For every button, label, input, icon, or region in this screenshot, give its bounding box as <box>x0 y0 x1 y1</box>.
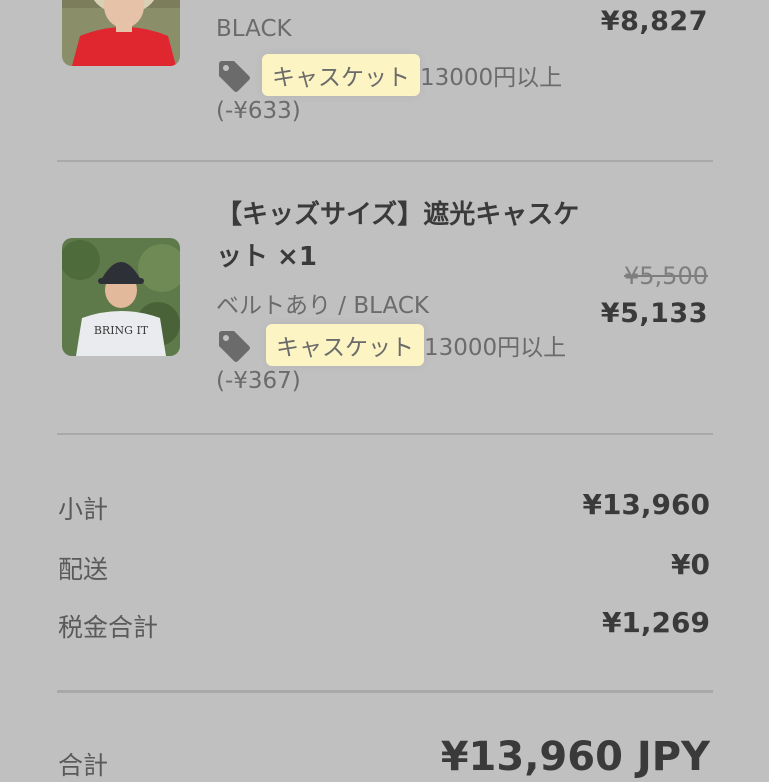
subtotal-label: 小計 <box>58 495 109 524</box>
total-value: ¥13,960 JPY <box>440 734 710 780</box>
original-price: ¥5,500 <box>624 262 708 290</box>
shipping-value: ¥0 <box>671 548 710 581</box>
price-tag-icon <box>216 58 252 92</box>
product-variant: BLACK <box>216 16 292 42</box>
shipping-label: 配送 <box>58 555 109 584</box>
items-summary-divider <box>57 433 713 435</box>
product-price: ¥5,133 <box>600 298 708 329</box>
total-label: 合計 <box>58 751 109 780</box>
product-title: 【キッズサイズ】遮光キャスケット ×1 <box>216 200 580 272</box>
discount-amount: (-¥367) <box>216 368 301 394</box>
product-thumbnail-2: BRING IT <box>62 238 180 356</box>
product-variant: ベルトあり / BLACK <box>216 293 429 319</box>
discount-amount: (-¥633) <box>216 98 301 124</box>
item-divider <box>57 160 713 162</box>
product-price: ¥8,827 <box>600 6 708 37</box>
discount-name-badge: キャスケット <box>266 324 424 366</box>
discount-line: キャスケット 13000円以上 <box>266 324 566 366</box>
discount-condition: 13000円以上 <box>424 335 567 361</box>
subtotal-value: ¥13,960 <box>582 488 710 521</box>
shirt-print-text: BRING IT <box>94 324 149 337</box>
price-tag-icon <box>216 328 252 362</box>
product-thumbnail-1 <box>62 0 180 66</box>
discount-condition: 13000円以上 <box>420 65 563 91</box>
tax-value: ¥1,269 <box>601 606 710 639</box>
discount-line: キャスケット 13000円以上 <box>262 54 562 96</box>
total-divider <box>57 690 713 693</box>
discount-name-badge: キャスケット <box>262 54 420 96</box>
tax-label: 税金合計 <box>58 613 159 642</box>
